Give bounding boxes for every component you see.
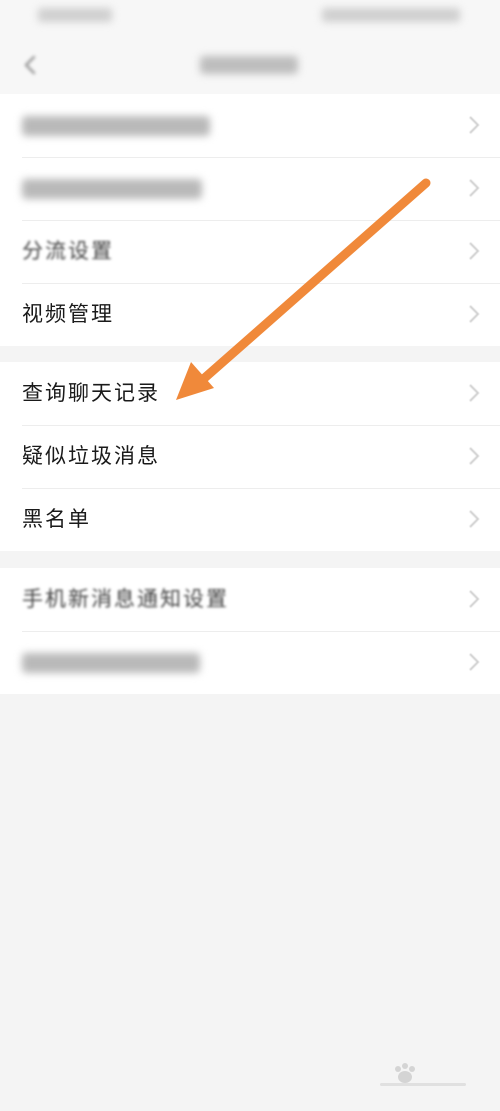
list-item-label: 查询聊天记录	[22, 381, 160, 405]
blurred-label	[22, 116, 210, 136]
page-title-blurred	[200, 56, 298, 74]
settings-group-1: 分流设置 视频管理	[0, 94, 500, 346]
chevron-right-icon	[469, 242, 480, 260]
list-item-label: 分流设置	[22, 239, 114, 263]
chevron-right-icon	[469, 653, 480, 671]
settings-group-3: 手机新消息通知设置	[0, 568, 500, 694]
list-item-suspected-spam[interactable]: 疑似垃圾消息	[0, 425, 500, 488]
blurred-label	[22, 179, 202, 199]
status-time-blurred	[38, 8, 112, 22]
chevron-right-icon	[469, 116, 480, 134]
settings-group-2: 查询聊天记录 疑似垃圾消息 黑名单	[0, 362, 500, 551]
list-item-split-settings[interactable]: 分流设置	[0, 220, 500, 283]
list-item-chat-history[interactable]: 查询聊天记录	[0, 362, 500, 425]
blurred-label	[22, 653, 200, 673]
chevron-right-icon	[469, 305, 480, 323]
status-bar	[0, 0, 500, 36]
list-item-label: 疑似垃圾消息	[22, 444, 160, 468]
list-item-blurred-1[interactable]	[0, 94, 500, 157]
chevron-right-icon	[469, 179, 480, 197]
chevron-right-icon	[469, 447, 480, 465]
back-arrow-icon[interactable]	[20, 54, 42, 76]
status-indicators-blurred	[322, 8, 460, 22]
watermark-logo	[380, 1063, 466, 1086]
list-item-label: 手机新消息通知设置	[22, 587, 229, 611]
list-item-blurred-2[interactable]	[0, 157, 500, 220]
list-item-label: 视频管理	[22, 302, 114, 326]
list-item-blurred-3[interactable]	[0, 631, 500, 694]
list-item-blacklist[interactable]: 黑名单	[0, 488, 500, 551]
nav-bar	[0, 36, 500, 94]
list-item-label: 黑名单	[22, 507, 91, 531]
chevron-right-icon	[469, 510, 480, 528]
list-item-new-message-notification[interactable]: 手机新消息通知设置	[0, 568, 500, 631]
chevron-right-icon	[469, 384, 480, 402]
list-item-video-management[interactable]: 视频管理	[0, 283, 500, 346]
chevron-right-icon	[469, 590, 480, 608]
